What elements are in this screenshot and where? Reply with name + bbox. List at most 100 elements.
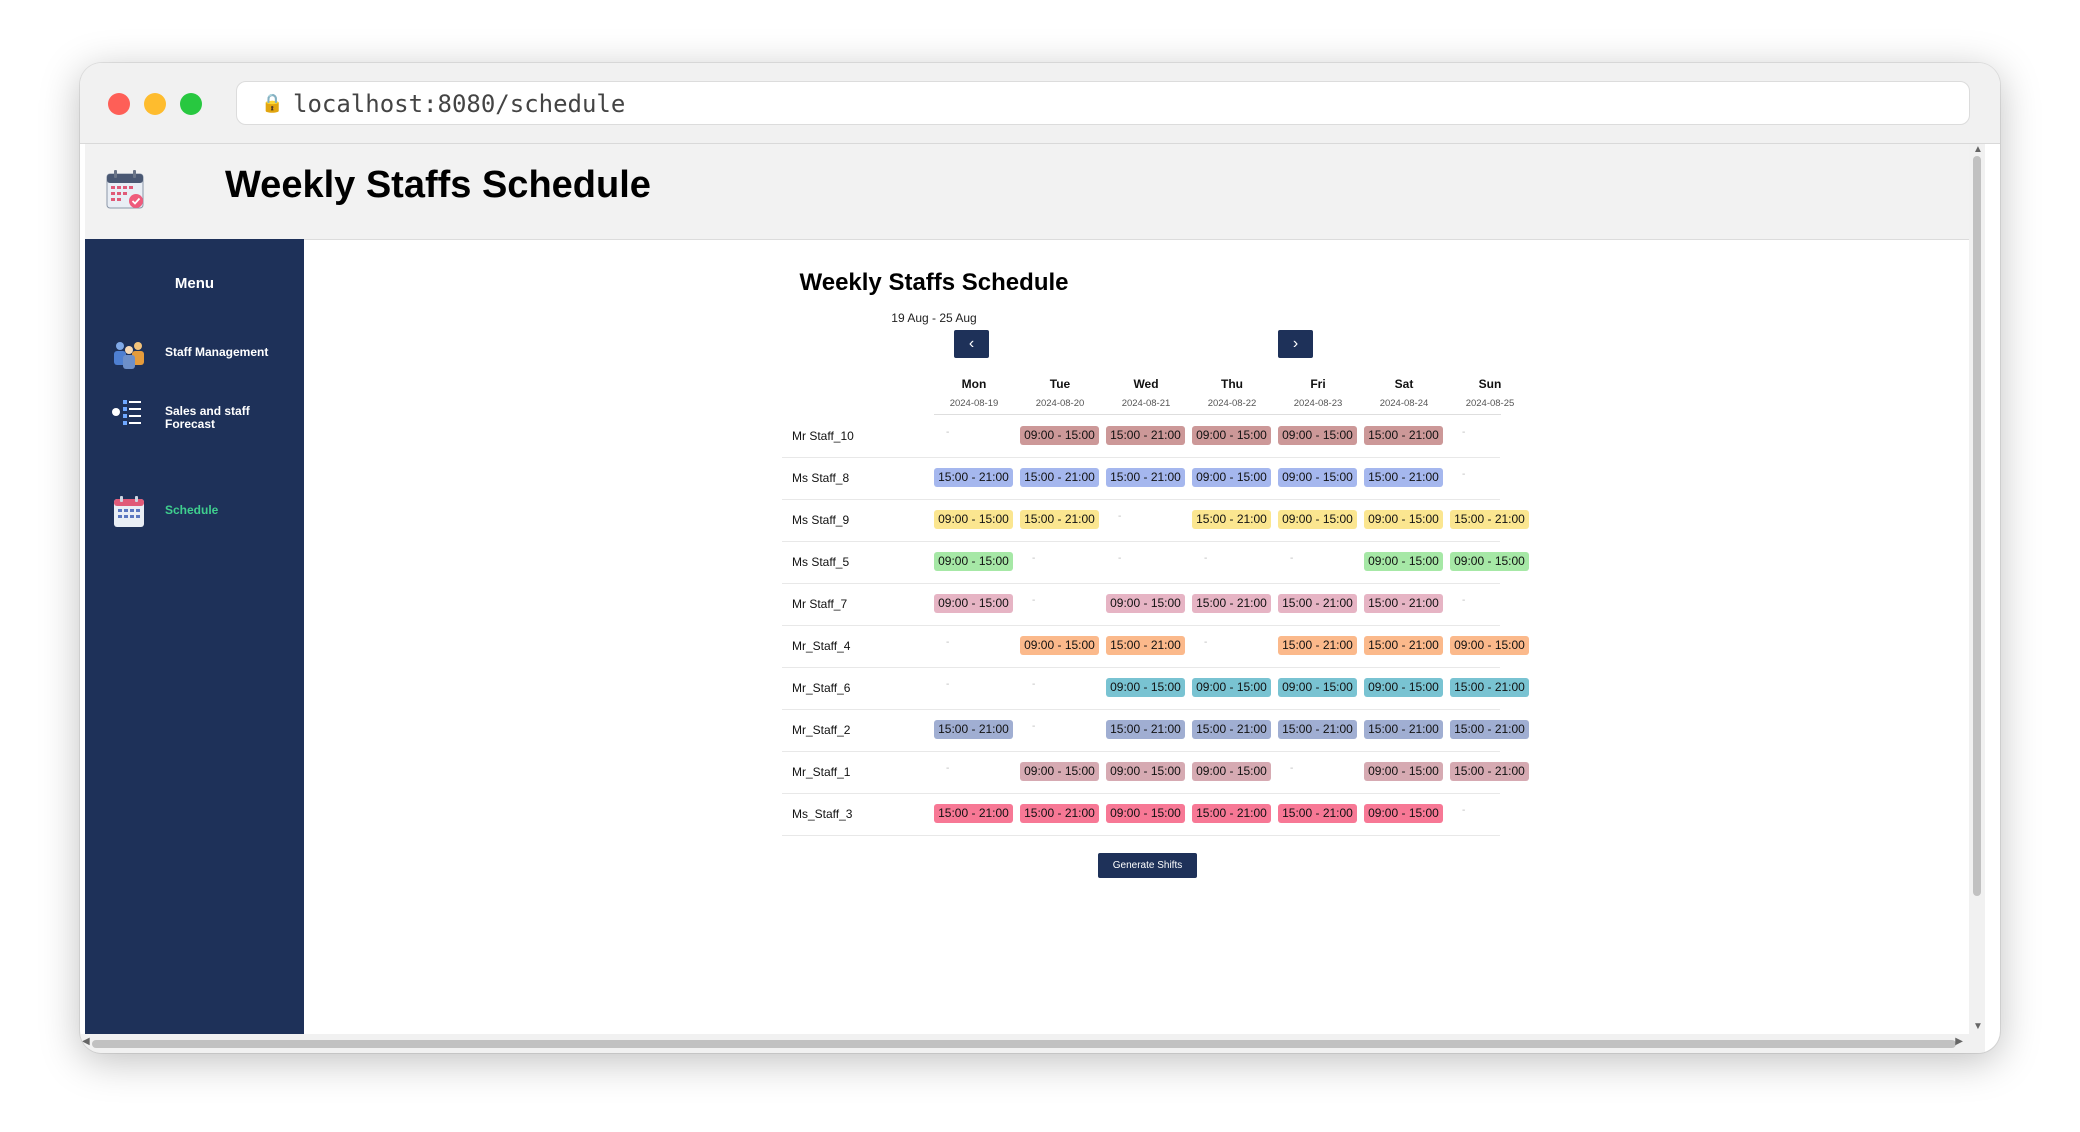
day-header: Thu 2024-08-22: [1189, 377, 1275, 409]
shift-cell[interactable]: 15:00 - 21:00: [1364, 636, 1443, 655]
shift-cell[interactable]: 15:00 - 21:00: [1106, 468, 1185, 487]
staff-name: Mr Staff_7: [792, 597, 848, 611]
horizontal-scrollbar[interactable]: ◀ ▶: [80, 1034, 1985, 1053]
shift-cell[interactable]: 09:00 - 15:00: [1192, 468, 1271, 487]
shift-cell[interactable]: 15:00 - 21:00: [1364, 720, 1443, 739]
shift-cell[interactable]: 09:00 - 15:00: [934, 510, 1013, 529]
shift-cell[interactable]: 09:00 - 15:00: [1450, 636, 1529, 655]
shift-cell[interactable]: 15:00 - 21:00: [1450, 510, 1529, 529]
sidebar-item-forecast[interactable]: Sales and staff Forecast: [111, 396, 301, 436]
day-header: Tue 2024-08-20: [1017, 377, 1103, 409]
shift-cell[interactable]: 15:00 - 21:00: [1364, 468, 1443, 487]
vertical-scroll-thumb[interactable]: [1973, 156, 1981, 896]
shift-cell[interactable]: 15:00 - 21:00: [1450, 762, 1529, 781]
staff-name: Ms Staff_8: [792, 471, 850, 485]
shift-cell[interactable]: 09:00 - 15:00: [1364, 552, 1443, 571]
shift-cell[interactable]: 09:00 - 15:00: [1106, 762, 1185, 781]
shift-cell[interactable]: 15:00 - 21:00: [1020, 468, 1099, 487]
shift-cell[interactable]: 15:00 - 21:00: [1450, 720, 1529, 739]
minimize-window-button[interactable]: [144, 93, 166, 115]
horizontal-scroll-thumb[interactable]: [92, 1040, 1956, 1048]
browser-window: 🔒 localhost:8080/schedule Weekly Staffs …: [80, 63, 2000, 1053]
day-name: Wed: [1133, 377, 1159, 391]
shift-cell[interactable]: 09:00 - 15:00: [1278, 426, 1357, 445]
empty-shift: -: [1462, 595, 1466, 606]
shift-cell[interactable]: 15:00 - 21:00: [1020, 804, 1099, 823]
shift-cell[interactable]: 09:00 - 15:00: [1450, 552, 1529, 571]
day-name: Thu: [1221, 377, 1243, 391]
shift-cell[interactable]: 15:00 - 21:00: [1020, 510, 1099, 529]
empty-shift: -: [1462, 469, 1466, 480]
shift-cell[interactable]: 09:00 - 15:00: [934, 552, 1013, 571]
main-content: Weekly Staffs Schedule 19 Aug - 25 Aug ‹…: [304, 239, 1985, 1034]
table-row: Ms Staff_8 15:00 - 21:00 15:00 - 21:00 15:0…: [782, 457, 1500, 500]
staff-management-icon: [114, 342, 144, 369]
maximize-window-button[interactable]: [180, 93, 202, 115]
shift-cell[interactable]: 15:00 - 21:00: [1278, 720, 1357, 739]
shift-cell[interactable]: 15:00 - 21:00: [1106, 720, 1185, 739]
shift-cell[interactable]: 09:00 - 15:00: [934, 594, 1013, 613]
day-date: 2024-08-23: [1293, 398, 1343, 409]
shift-cell[interactable]: 15:00 - 21:00: [1450, 678, 1529, 697]
shift-cell[interactable]: 09:00 - 15:00: [1192, 678, 1271, 697]
empty-shift: -: [1032, 553, 1036, 564]
address-bar[interactable]: 🔒 localhost:8080/schedule: [236, 81, 1970, 125]
shift-cell[interactable]: 09:00 - 15:00: [1020, 426, 1099, 445]
next-week-button[interactable]: ›: [1278, 330, 1313, 358]
shift-cell[interactable]: 15:00 - 21:00: [1364, 594, 1443, 613]
table-row: Ms_Staff_3 15:00 - 21:00 15:00 - 21:00 09:0…: [782, 793, 1500, 836]
url-text[interactable]: localhost:8080/schedule: [293, 90, 625, 118]
vertical-scrollbar[interactable]: ▲ ▼: [1969, 144, 1985, 1034]
shift-cell[interactable]: 15:00 - 21:00: [1364, 426, 1443, 445]
shift-cell[interactable]: 09:00 - 15:00: [1106, 594, 1185, 613]
shift-cell[interactable]: 15:00 - 21:00: [934, 804, 1013, 823]
generate-shifts-button[interactable]: Generate Shifts: [1098, 853, 1197, 878]
calendar-logo-icon: [106, 170, 144, 209]
prev-week-button[interactable]: ‹: [954, 330, 989, 358]
sidebar-item-staff-management[interactable]: Staff Management: [111, 337, 301, 377]
shift-cell[interactable]: 09:00 - 15:00: [1364, 510, 1443, 529]
shift-cell[interactable]: 15:00 - 21:00: [1106, 636, 1185, 655]
shift-cell[interactable]: 15:00 - 21:00: [934, 720, 1013, 739]
shift-cell[interactable]: 09:00 - 15:00: [1106, 804, 1185, 823]
shift-cell[interactable]: 15:00 - 21:00: [1192, 804, 1271, 823]
shift-cell[interactable]: 09:00 - 15:00: [1020, 636, 1099, 655]
shift-cell[interactable]: 09:00 - 15:00: [1278, 678, 1357, 697]
shift-cell[interactable]: 15:00 - 21:00: [934, 468, 1013, 487]
lock-icon: 🔒: [261, 93, 284, 113]
calendar-icon: [114, 496, 144, 527]
empty-shift: -: [946, 427, 950, 438]
shift-cell[interactable]: 09:00 - 15:00: [1278, 468, 1357, 487]
empty-shift: -: [1204, 637, 1208, 648]
table-row: Mr_Staff_4 - 09:00 - 15:00 15:00 - 21:00 - 15…: [782, 625, 1529, 668]
shift-cell[interactable]: 15:00 - 21:00: [1192, 510, 1271, 529]
scroll-right-arrow-icon[interactable]: ▶: [1955, 1036, 1963, 1047]
shift-cell[interactable]: 09:00 - 15:00: [1364, 804, 1443, 823]
shift-cell[interactable]: 15:00 - 21:00: [1192, 720, 1271, 739]
close-window-button[interactable]: [108, 93, 130, 115]
shift-cell[interactable]: 15:00 - 21:00: [1278, 636, 1357, 655]
empty-shift: -: [946, 679, 950, 690]
staff-name: Ms Staff_9: [792, 513, 850, 527]
shift-cell[interactable]: 15:00 - 21:00: [1278, 804, 1357, 823]
shift-cell[interactable]: 09:00 - 15:00: [1106, 678, 1185, 697]
scroll-left-arrow-icon[interactable]: ◀: [82, 1036, 90, 1047]
staff-name: Mr_Staff_1: [792, 765, 851, 779]
shift-cell[interactable]: 09:00 - 15:00: [1192, 426, 1271, 445]
shift-cell[interactable]: 09:00 - 15:00: [1020, 762, 1099, 781]
shift-cell[interactable]: 15:00 - 21:00: [1106, 426, 1185, 445]
shift-cell[interactable]: 09:00 - 15:00: [1192, 762, 1271, 781]
scroll-up-arrow-icon[interactable]: ▲: [1973, 144, 1983, 155]
day-name: Sat: [1394, 377, 1414, 391]
shift-cell[interactable]: 09:00 - 15:00: [1364, 678, 1443, 697]
shift-cell[interactable]: 09:00 - 15:00: [1278, 510, 1357, 529]
shift-cell[interactable]: 09:00 - 15:00: [1364, 762, 1443, 781]
shift-cell[interactable]: 15:00 - 21:00: [1192, 594, 1271, 613]
empty-shift: -: [1032, 679, 1036, 690]
staff-name: Mr_Staff_4: [792, 639, 851, 653]
shift-cell[interactable]: 15:00 - 21:00: [1278, 594, 1357, 613]
empty-shift: -: [1032, 721, 1036, 732]
table-row: Mr_Staff_1 - 09:00 - 15:00 09:00 - 15:00 09:…: [782, 751, 1529, 794]
sidebar-item-schedule[interactable]: Schedule: [111, 495, 301, 535]
scroll-down-arrow-icon[interactable]: ▼: [1973, 1021, 1983, 1032]
